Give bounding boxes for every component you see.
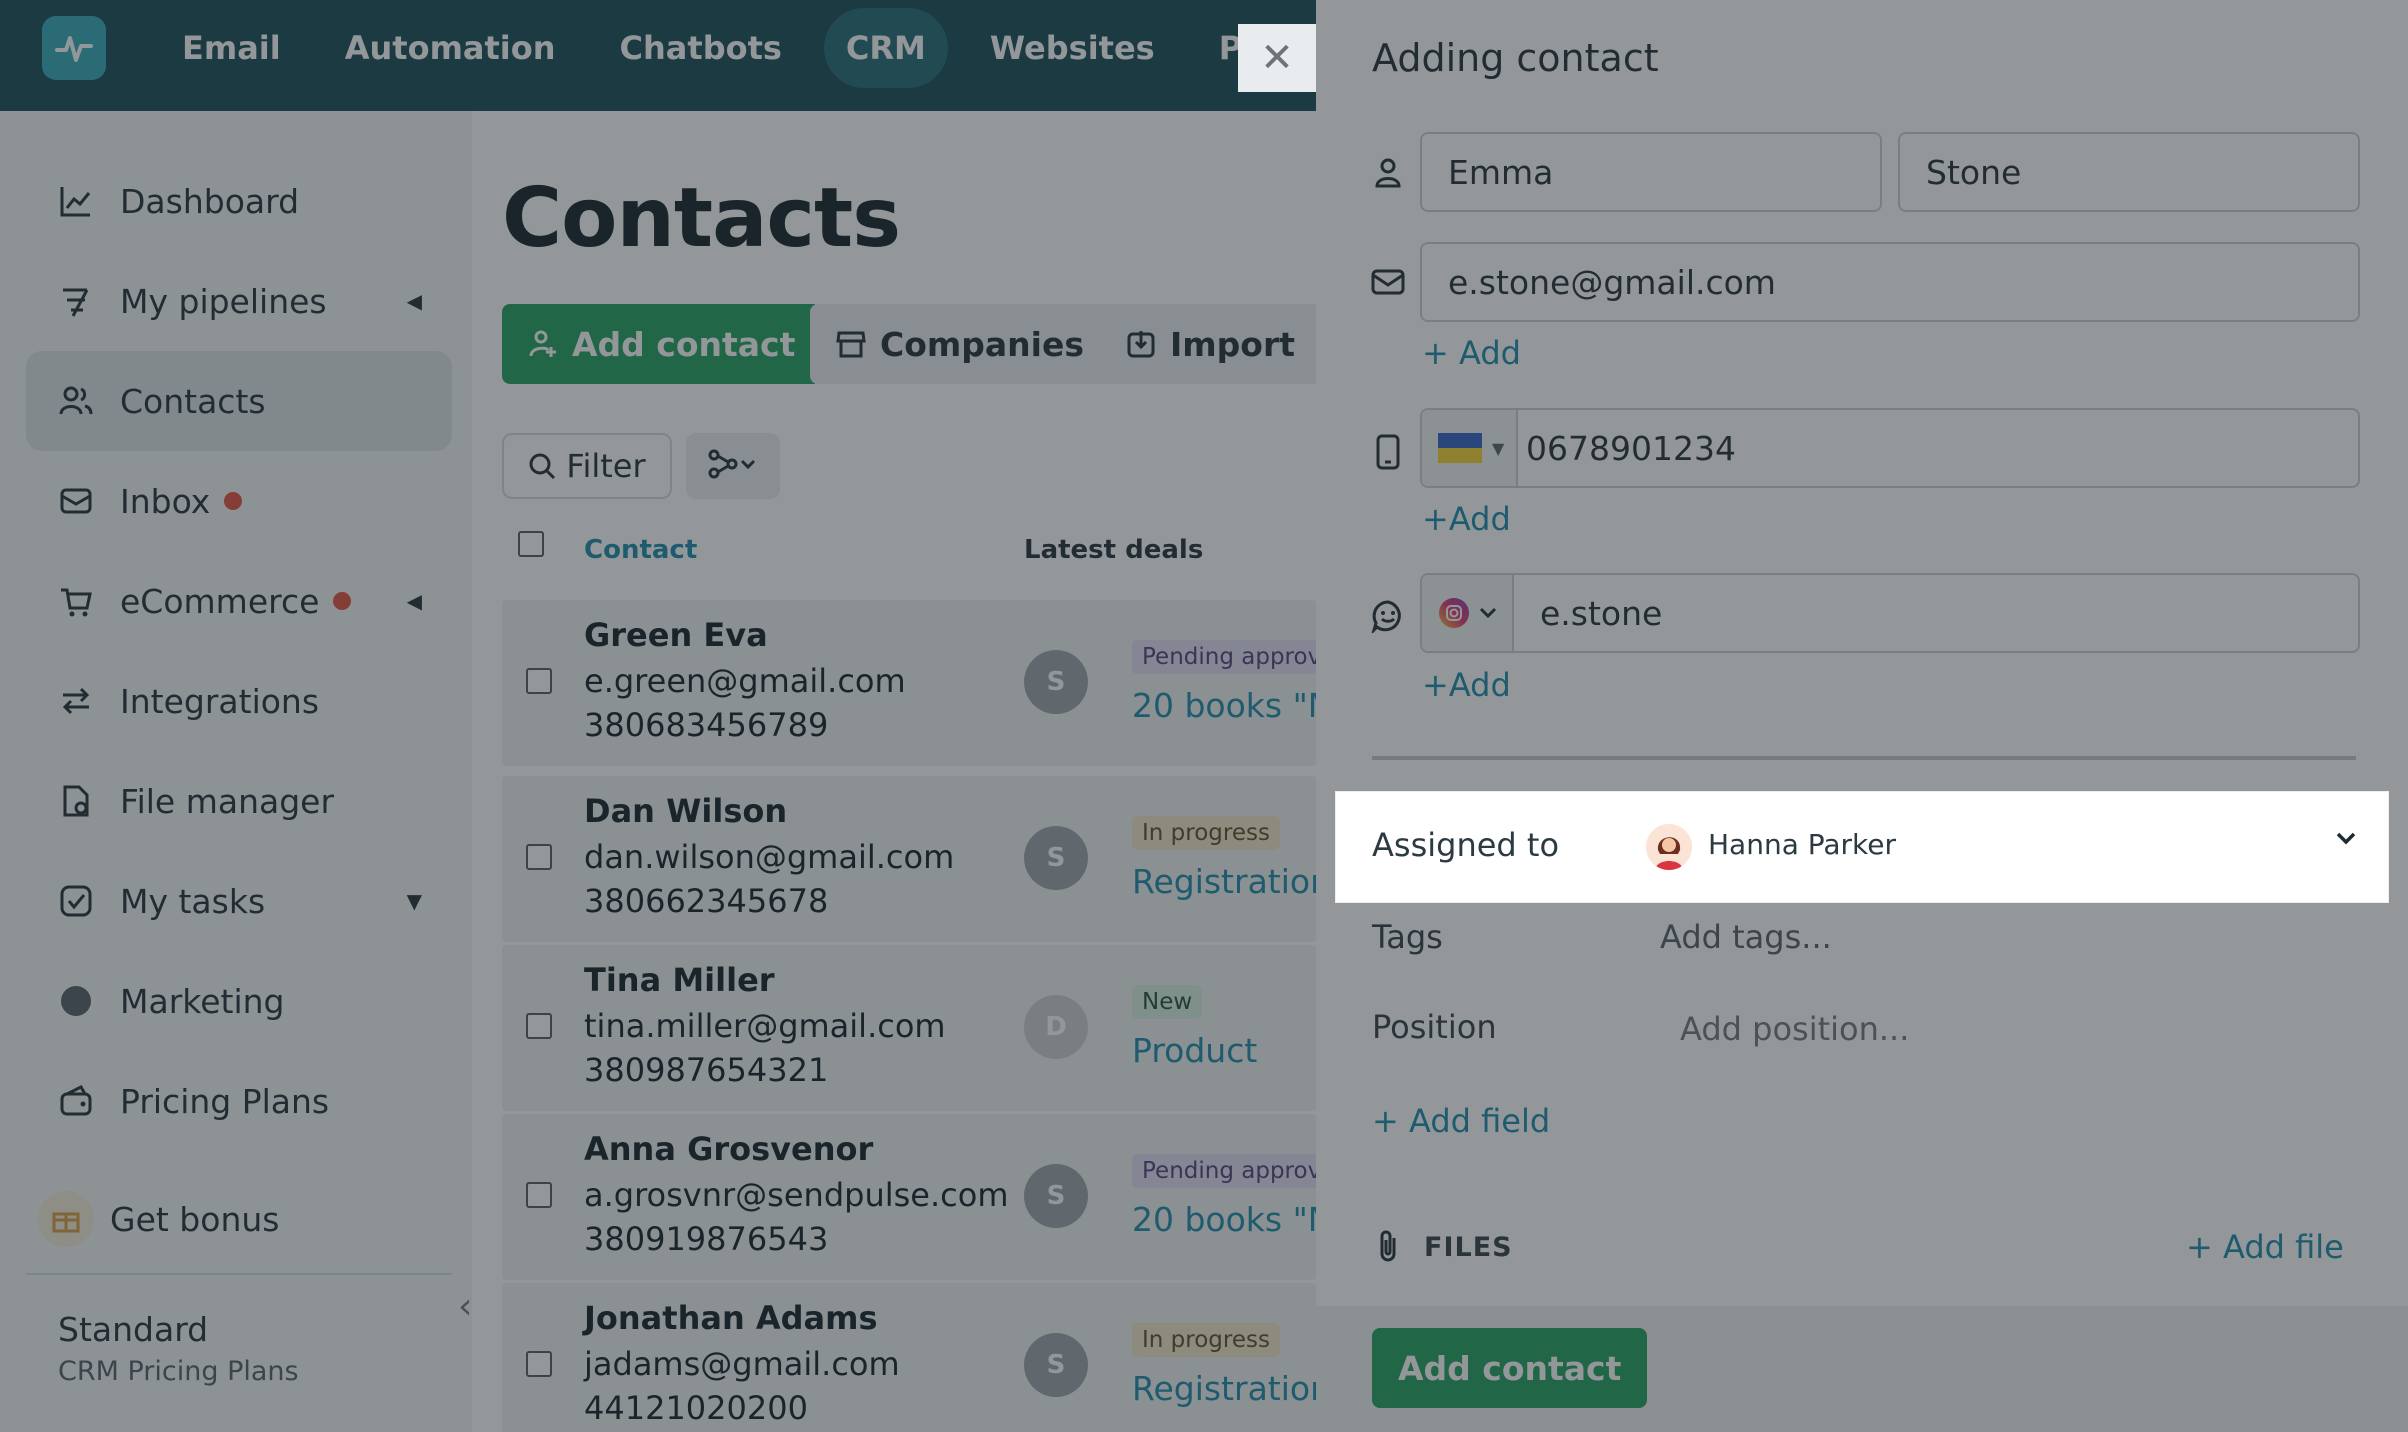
messenger-type-select[interactable]	[1422, 575, 1514, 651]
tags-input[interactable]: Add tags...	[1660, 918, 1832, 956]
close-drawer-button[interactable]: ✕	[1238, 24, 1316, 92]
position-label: Position	[1372, 1008, 1497, 1046]
phone-field[interactable]: ▼ 0678901234	[1420, 408, 2360, 488]
add-email-link[interactable]: + Add	[1422, 334, 1521, 372]
position-input[interactable]: Add position...	[1680, 1010, 1909, 1048]
assigned-to-label: Assigned to	[1372, 826, 1560, 864]
phone-icon	[1368, 432, 1408, 472]
submit-add-contact-button[interactable]: Add contact	[1372, 1328, 1648, 1408]
chevron-down-icon[interactable]	[2334, 830, 2358, 850]
messenger-value: e.stone	[1540, 593, 1663, 633]
email-field[interactable]: e.stone@gmail.com	[1420, 242, 2360, 322]
country-code-select[interactable]: ▼	[1422, 410, 1519, 486]
drawer-title: Adding contact	[1372, 36, 1659, 80]
drawer-footer: Add contact	[1316, 1306, 2408, 1432]
add-messenger-link[interactable]: +Add	[1422, 666, 1511, 704]
adding-contact-drawer: Adding contact Emma Stone e.stone@gmail.…	[1316, 0, 2408, 1432]
modal-backdrop[interactable]	[0, 0, 1316, 1432]
instagram-icon	[1438, 597, 1470, 629]
add-phone-link[interactable]: +Add	[1422, 500, 1511, 538]
chat-icon	[1368, 596, 1408, 636]
add-field-link[interactable]: + Add field	[1372, 1102, 1550, 1140]
caret-down-icon: ▼	[1492, 438, 1505, 458]
person-icon	[1368, 152, 1408, 192]
files-label: FILES	[1424, 1232, 1513, 1263]
phone-value: 0678901234	[1526, 428, 1736, 468]
first-name-field[interactable]: Emma	[1420, 132, 1882, 212]
messenger-field[interactable]: e.stone	[1420, 573, 2360, 653]
close-icon: ✕	[1260, 35, 1294, 81]
drawer-dim-overlay	[1316, 0, 2408, 1432]
section-divider	[1372, 756, 2356, 760]
assignee-name: Hanna Parker	[1708, 828, 1897, 861]
last-name-field[interactable]: Stone	[1898, 132, 2360, 212]
assigned-to-row[interactable]: Assigned to Hanna Parker	[1336, 792, 2388, 902]
mail-icon	[1368, 262, 1408, 302]
chevron-down-icon	[1478, 606, 1498, 620]
add-file-link[interactable]: + Add file	[2186, 1228, 2344, 1266]
tags-label: Tags	[1372, 918, 1443, 956]
avatar	[1646, 824, 1692, 870]
paperclip-icon	[1374, 1228, 1402, 1268]
ukraine-flag-icon	[1438, 433, 1482, 463]
